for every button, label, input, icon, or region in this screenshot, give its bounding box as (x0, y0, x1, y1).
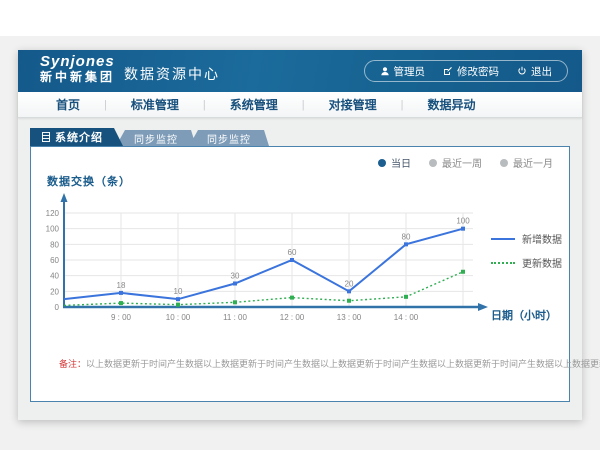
main-nav: 首页 | 标准管理 | 系统管理 | 对接管理 | 数据异动 (18, 92, 582, 118)
data-point (404, 242, 408, 246)
tab-sync-monitor-2[interactable]: 同步监控 (189, 130, 269, 146)
data-point (461, 227, 465, 231)
page-title: 数据资源中心 (124, 64, 220, 84)
legend-label: 新增数据 (522, 231, 562, 246)
user-toolbar: 管理员 修改密码 退出 (364, 60, 569, 82)
tab-label: 同步监控 (207, 131, 251, 146)
x-tick-label: 14 : 00 (394, 313, 419, 322)
tab-system-intro[interactable]: 系统介绍 (30, 128, 123, 146)
line-chart: 0 20 40 60 80 100 120 9 : 00 10 : 00 11 : 00 12 : … (31, 189, 501, 334)
nav-item-interface-mgmt[interactable]: 对接管理 (305, 96, 401, 113)
nav-item-data-change[interactable]: 数据异动 (404, 96, 500, 113)
logo-text-en: Synjones (40, 54, 115, 71)
y-tick-label: 120 (46, 209, 60, 218)
current-user-label: 管理员 (394, 64, 426, 79)
data-point (461, 270, 465, 274)
data-point (233, 300, 237, 304)
data-point-label: 20 (345, 279, 354, 288)
footer-note-prefix: 备注： (59, 359, 86, 369)
x-tick-label: 12 : 00 (280, 313, 305, 322)
logo-text-cn: 新中新集团 (40, 71, 115, 84)
x-tick-label: 11 : 00 (223, 313, 247, 322)
radio-dot (500, 159, 508, 167)
chart-legend: 新增数据 更新数据 (491, 231, 562, 270)
logout-label: 退出 (531, 64, 552, 79)
current-user-button[interactable]: 管理员 (371, 64, 435, 79)
app-header: Synjones 新中新集团 数据资源中心 管理员 修改密码 (18, 50, 582, 92)
time-range-radio-group: 当日 最近一周 最近一月 (378, 155, 553, 170)
app-window: Synjones 新中新集团 数据资源中心 管理员 修改密码 (18, 50, 582, 420)
data-point-label: 60 (288, 248, 297, 257)
change-password-label: 修改密码 (457, 64, 499, 79)
data-point-label: 100 (456, 217, 470, 226)
tab-label: 系统介绍 (55, 129, 103, 145)
data-point (119, 291, 123, 295)
y-tick-label: 0 (55, 303, 60, 312)
data-point-label: 80 (402, 232, 411, 241)
radio-label: 最近一月 (513, 155, 553, 170)
tab-sync-monitor-1[interactable]: 同步监控 (116, 130, 196, 146)
data-point (233, 282, 237, 286)
power-icon (517, 66, 527, 76)
data-point (176, 303, 180, 307)
y-tick-label: 20 (50, 287, 59, 296)
legend-label: 更新数据 (522, 255, 562, 270)
radio-last-week[interactable]: 最近一周 (429, 155, 482, 170)
nav-item-system-mgmt[interactable]: 系统管理 (206, 96, 302, 113)
tab-label: 同步监控 (134, 131, 178, 146)
data-point-label: 10 (174, 287, 183, 296)
x-tick-label: 13 : 00 (337, 313, 362, 322)
y-tick-label: 40 (50, 272, 59, 281)
x-tick-label: 9 : 00 (111, 313, 132, 322)
logout-button[interactable]: 退出 (508, 64, 561, 79)
dotted-line-swatch (491, 262, 515, 264)
data-point (119, 301, 123, 305)
y-axis-arrow (61, 193, 68, 202)
data-point (347, 299, 351, 303)
x-tick-label: 10 : 00 (166, 313, 191, 322)
legend-entry-updated-data: 更新数据 (491, 255, 562, 270)
content-area: 系统介绍 同步监控 同步监控 当日 最近一周 (18, 128, 582, 430)
user-icon (380, 66, 390, 76)
data-point (347, 289, 351, 293)
radio-last-month[interactable]: 最近一月 (500, 155, 553, 170)
radio-dot-selected (378, 159, 386, 167)
data-point-label: 18 (117, 281, 126, 290)
chart-panel: 当日 最近一周 最近一月 数据交换（条） 0 20 40 60 80 100 120 9 : … (30, 146, 570, 402)
y-tick-label: 80 (50, 240, 59, 249)
radio-today[interactable]: 当日 (378, 155, 411, 170)
document-icon (42, 132, 50, 142)
nav-item-home[interactable]: 首页 (32, 96, 104, 113)
y-tick-label: 60 (50, 256, 59, 265)
tab-bar: 系统介绍 同步监控 同步监控 (30, 128, 582, 146)
data-point-label: 30 (231, 272, 240, 281)
chart-y-axis-title: 数据交换（条） (47, 173, 131, 189)
company-logo[interactable]: Synjones 新中新集团 (40, 54, 115, 84)
radio-label: 当日 (391, 155, 411, 170)
data-point (290, 296, 294, 300)
change-password-button[interactable]: 修改密码 (434, 64, 508, 79)
legend-entry-new-data: 新增数据 (491, 231, 562, 246)
edit-password-icon (443, 66, 453, 76)
radio-dot (429, 159, 437, 167)
data-point (176, 297, 180, 301)
footer-note-text: 以上数据更新于时间产生数据以上数据更新于时间产生数据以上数据更新于时间产生数据以… (86, 359, 600, 369)
y-tick-label: 100 (46, 225, 60, 234)
data-point (404, 295, 408, 299)
footer-note: 备注：以上数据更新于时间产生数据以上数据更新于时间产生数据以上数据更新于时间产生… (59, 357, 600, 370)
data-point (290, 258, 294, 262)
chart-x-axis-title: 日期（小时） (491, 307, 557, 323)
solid-line-swatch (491, 238, 515, 240)
nav-item-standard-mgmt[interactable]: 标准管理 (107, 96, 203, 113)
x-axis-arrow (478, 303, 488, 311)
radio-label: 最近一周 (442, 155, 482, 170)
